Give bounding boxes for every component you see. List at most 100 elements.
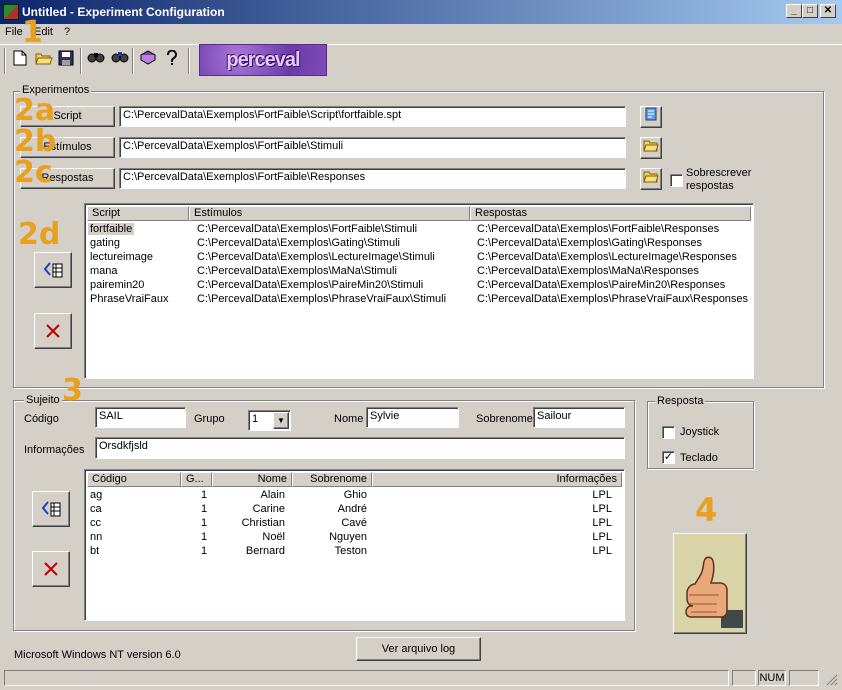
status-scroll-panel xyxy=(789,670,819,686)
col-informacoes[interactable]: Informações xyxy=(372,472,622,487)
menu-help[interactable]: ? xyxy=(64,26,70,38)
grupo-value: 1 xyxy=(252,413,259,425)
app-icon[interactable] xyxy=(3,4,19,20)
experiment-row-respostas: C:\PercevalData\Exemplos\PaireMin20\Resp… xyxy=(477,279,726,291)
sobrenome-field[interactable]: Sailour xyxy=(533,407,625,428)
experiment-row-respostas: C:\PercevalData\Exemplos\FortFaible\Resp… xyxy=(477,223,720,235)
subject-row-sobrenome: Ghio xyxy=(343,489,367,501)
col-grupo[interactable]: G... xyxy=(181,472,212,487)
subject-row-codigo[interactable]: ag xyxy=(90,489,102,501)
nome-field[interactable]: Sylvie xyxy=(366,407,459,428)
maximize-button[interactable]: □ xyxy=(802,4,818,18)
annotation-4: 4 xyxy=(695,491,718,529)
subject-row-codigo[interactable]: ca xyxy=(90,503,102,515)
delete-x-icon xyxy=(42,560,60,581)
teclado-label: Teclado xyxy=(680,452,718,464)
nome-label: Nome xyxy=(334,413,364,425)
experiment-row-respostas: C:\PercevalData\Exemplos\PhraseVraiFaux\… xyxy=(477,293,749,305)
joystick-label: Joystick xyxy=(680,426,720,438)
subject-row-sobrenome: André xyxy=(337,503,367,515)
view-log-button[interactable]: Ver arquivo log xyxy=(356,637,481,661)
subject-row-info: LPL xyxy=(592,503,612,515)
codigo-field[interactable]: SAIL xyxy=(95,407,186,428)
experiments-list[interactable]: Script Estímulos Respostas fortfaible C:… xyxy=(84,203,754,379)
find-icon[interactable] xyxy=(86,50,106,70)
col-nome[interactable]: Nome xyxy=(212,472,292,487)
respostas-path-field[interactable]: C:\PercevalData\Exemplos\FortFaible\Resp… xyxy=(119,168,626,189)
subject-row-grupo: 1 xyxy=(201,489,208,501)
informacoes-label: Informações xyxy=(24,444,85,456)
experiment-row-script[interactable]: PhraseVraiFaux xyxy=(90,293,168,305)
estimulos-browse-button[interactable] xyxy=(640,137,662,159)
script-file-icon xyxy=(644,107,658,124)
window-title: Untitled - Experiment Configuration xyxy=(22,5,225,19)
close-button[interactable]: ✕ xyxy=(820,4,836,18)
experiment-row-script[interactable]: gating xyxy=(90,237,120,249)
script-browse-button[interactable] xyxy=(640,106,662,128)
menu-file[interactable]: File xyxy=(5,26,23,38)
col-sobrenome[interactable]: Sobrenome xyxy=(292,472,372,487)
start-experiment-button[interactable] xyxy=(673,533,747,634)
os-version-text: Microsoft Windows NT version 6.0 xyxy=(14,649,181,661)
open-folder-icon[interactable] xyxy=(34,50,54,70)
add-experiment-button[interactable] xyxy=(34,252,72,288)
informacoes-field[interactable]: Orsdkfjsld xyxy=(95,437,625,459)
subject-row-grupo: 1 xyxy=(201,517,208,529)
book-icon[interactable] xyxy=(138,50,158,70)
experiment-row-estimulos: C:\PercevalData\Exemplos\MaNa\Stimuli xyxy=(197,265,397,277)
remove-experiment-button[interactable] xyxy=(34,313,72,349)
status-num-panel: NUM xyxy=(758,670,786,686)
annotation-3: 3 xyxy=(62,373,83,408)
minimize-button[interactable]: _ xyxy=(786,4,802,18)
subject-row-grupo: 1 xyxy=(201,545,208,557)
grupo-select[interactable]: 1 ▼ xyxy=(248,410,291,431)
subject-row-codigo[interactable]: nn xyxy=(90,531,102,543)
annotation-2d: 2d xyxy=(18,217,61,252)
experiment-row-script[interactable]: lectureimage xyxy=(90,251,153,263)
annotation-2c: 2c xyxy=(14,155,53,190)
experiment-row-estimulos: C:\PercevalData\Exemplos\Gating\Stimuli xyxy=(197,237,400,249)
subject-row-sobrenome: Nguyen xyxy=(329,531,367,543)
dropdown-arrow-icon[interactable]: ▼ xyxy=(273,412,289,429)
status-caps-panel xyxy=(732,670,756,686)
joystick-checkbox[interactable] xyxy=(662,426,675,439)
subject-row-codigo[interactable]: bt xyxy=(90,545,99,557)
teclado-checkbox[interactable]: ✓ xyxy=(662,451,675,464)
experiment-row-script[interactable]: fortfaible xyxy=(88,223,135,235)
overwrite-label-line2: respostas xyxy=(686,180,734,192)
subject-row-info: LPL xyxy=(592,545,612,557)
experiment-row-script[interactable]: pairemin20 xyxy=(90,279,144,291)
help-icon[interactable] xyxy=(162,49,182,70)
script-path-field[interactable]: C:\PercevalData\Exemplos\FortFaible\Scri… xyxy=(119,106,626,127)
subject-row-sobrenome: Cavé xyxy=(341,517,367,529)
experiment-row-estimulos: C:\PercevalData\Exemplos\FortFaible\Stim… xyxy=(197,223,418,235)
save-icon[interactable] xyxy=(56,50,76,70)
col-estimulos[interactable]: Estímulos xyxy=(189,206,470,221)
subject-row-nome: Christian xyxy=(241,517,285,529)
remove-subject-button[interactable] xyxy=(32,551,70,587)
experiment-row-estimulos: C:\PercevalData\Exemplos\PhraseVraiFaux\… xyxy=(197,293,447,305)
annotation-2a: 2a xyxy=(14,93,56,128)
overwrite-label-line1: Sobrescrever xyxy=(686,167,752,179)
add-subject-button[interactable] xyxy=(32,491,70,527)
experiment-row-respostas: C:\PercevalData\Exemplos\Gating\Response… xyxy=(477,237,702,249)
subject-row-grupo: 1 xyxy=(201,531,208,543)
subject-row-sobrenome: Teston xyxy=(334,545,367,557)
estimulos-path-field[interactable]: C:\PercevalData\Exemplos\FortFaible\Stim… xyxy=(119,137,626,158)
respostas-browse-button[interactable] xyxy=(640,168,662,190)
experiment-row-script[interactable]: mana xyxy=(90,265,118,277)
subjects-list[interactable]: Código G... Nome Sobrenome Informações a… xyxy=(84,469,625,621)
overwrite-checkbox[interactable] xyxy=(670,174,683,187)
col-script[interactable]: Script xyxy=(87,206,189,221)
subject-row-nome: Carine xyxy=(252,503,285,515)
resize-grip-icon[interactable] xyxy=(824,672,840,688)
experiment-row-estimulos: C:\PercevalData\Exemplos\LectureImage\St… xyxy=(197,251,435,263)
toolbar-separator xyxy=(80,48,82,74)
sobrenome-label: Sobrenome xyxy=(476,413,533,425)
new-file-icon[interactable] xyxy=(10,50,30,70)
find-next-icon[interactable] xyxy=(110,50,130,70)
col-respostas[interactable]: Respostas xyxy=(470,206,751,221)
subject-row-codigo[interactable]: cc xyxy=(90,517,101,529)
toolbar-separator-3 xyxy=(188,48,190,74)
col-codigo[interactable]: Código xyxy=(87,472,181,487)
